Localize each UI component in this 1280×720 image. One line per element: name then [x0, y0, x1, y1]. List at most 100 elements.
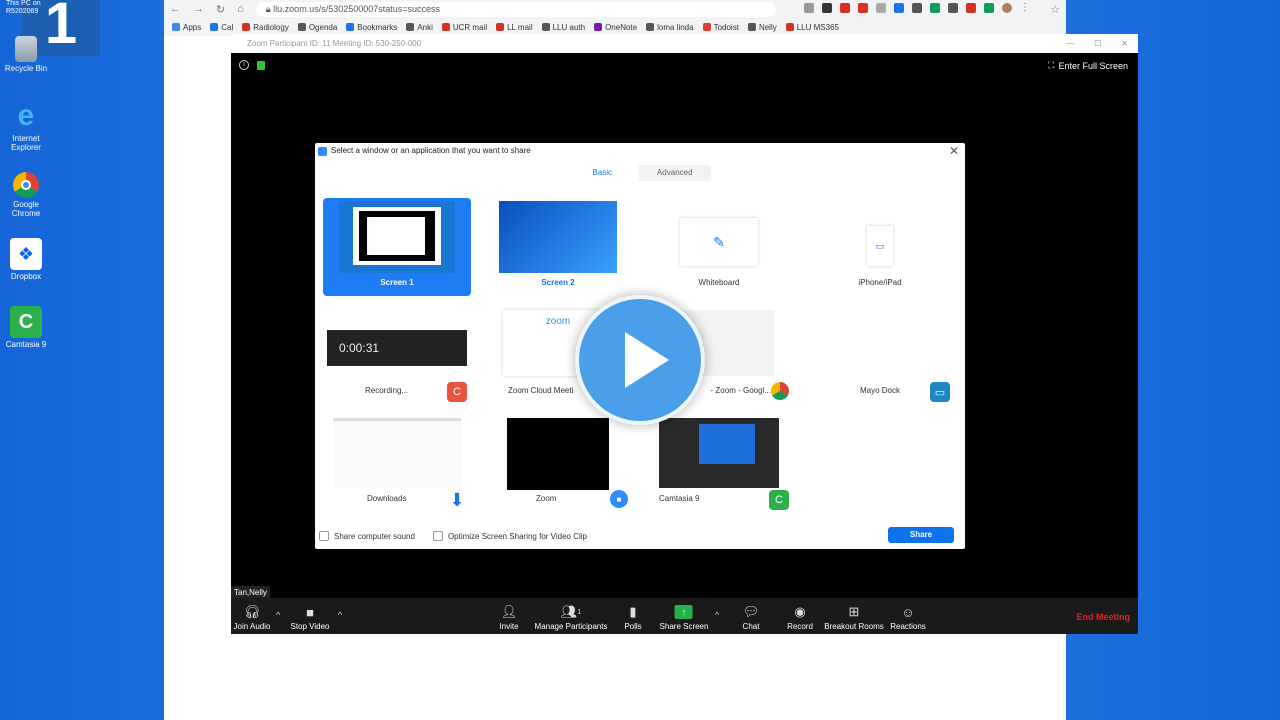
- close-icon[interactable]: ✕: [1121, 34, 1128, 53]
- checkbox[interactable]: [319, 531, 329, 541]
- dropbox-icon: ❖: [10, 238, 42, 270]
- desktop-icon-chrome[interactable]: Google Chrome: [0, 172, 52, 218]
- tab-advanced[interactable]: Advanced: [639, 165, 712, 181]
- breakout-rooms-button[interactable]: ⊞ Breakout Rooms: [824, 604, 884, 631]
- maximize-icon[interactable]: ☐: [1094, 34, 1101, 53]
- checkbox[interactable]: [432, 531, 443, 541]
- optimize-video-checkbox[interactable]: Optimize Screen Sharing for Video Clip: [432, 531, 587, 541]
- pen-icon: ✎: [713, 234, 725, 250]
- bookmark-icon: [441, 23, 450, 31]
- apps-icon: [172, 23, 180, 31]
- bookmark-icon: [496, 23, 505, 31]
- zoom-app-icon: ■: [610, 490, 628, 508]
- extension-icon[interactable]: [840, 3, 850, 13]
- whiteboard-thumbnail: ✎: [680, 218, 758, 266]
- chrome-icon: [13, 172, 39, 198]
- back-icon[interactable]: ←: [170, 3, 181, 15]
- chat-icon: 💬︎: [742, 604, 760, 619]
- calendar-icon: [210, 23, 219, 31]
- headphones-icon: 🎧︎: [243, 604, 261, 619]
- bookmark-icon: [242, 23, 251, 31]
- address-bar[interactable]: 🔒︎ llu.zoom.us/s/5302500007status=succes…: [255, 1, 776, 17]
- bookmark-icon: [747, 23, 756, 31]
- bookmark-item[interactable]: LLU auth: [541, 23, 585, 32]
- share-option-recording[interactable]: 0:00:31 Recording... C: [323, 306, 471, 404]
- invite-button[interactable]: 👤︎ Invite: [499, 604, 518, 631]
- bookmark-item[interactable]: Todoist: [702, 23, 739, 32]
- encryption-lock-icon[interactable]: [257, 61, 265, 70]
- bookmark-item[interactable]: LLU MS365: [785, 23, 839, 32]
- bookmark-item[interactable]: OneNote: [594, 23, 637, 32]
- forward-icon[interactable]: →: [193, 3, 204, 15]
- screen-thumbnail: [339, 201, 455, 273]
- mayo-dock-icon: ▭: [930, 382, 950, 402]
- extension-icon[interactable]: [804, 3, 814, 13]
- video-play-icon[interactable]: [575, 295, 705, 425]
- desktop-icon-camtasia[interactable]: C Camtasia 9: [0, 306, 52, 349]
- bookmark-item[interactable]: Anki: [406, 23, 433, 32]
- share-option-zoom[interactable]: Zoom ■: [484, 414, 632, 512]
- camtasia-icon: C: [10, 306, 42, 338]
- extension-icon[interactable]: [858, 3, 868, 13]
- chevron-up-icon[interactable]: ^: [276, 610, 280, 620]
- extension-icon[interactable]: [984, 3, 994, 13]
- bookmark-item[interactable]: LL mail: [496, 23, 533, 32]
- share-option-screen-1[interactable]: Screen 1: [323, 198, 471, 296]
- bookmark-icon: [541, 23, 550, 31]
- extension-icon[interactable]: [930, 3, 940, 13]
- minimize-icon[interactable]: —: [1066, 34, 1074, 53]
- share-screen-button[interactable]: ↑ Share Screen: [660, 605, 708, 631]
- desktop-icon-internet-explorer[interactable]: e Internet Explorer: [0, 100, 52, 153]
- bookmark-item[interactable]: UCR mail: [441, 23, 487, 32]
- share-tabs: Basic Advanced: [566, 165, 711, 181]
- menu-icon[interactable]: ⋮: [1020, 3, 1030, 13]
- chat-button[interactable]: 💬︎ Chat: [742, 604, 760, 631]
- share-option-iphone-ipad[interactable]: ▭ iPhone/iPad: [806, 198, 954, 296]
- extension-icon[interactable]: [948, 3, 958, 13]
- avatar[interactable]: [1002, 3, 1012, 13]
- end-meeting-button[interactable]: End Meeting: [1077, 612, 1131, 622]
- chevron-up-icon[interactable]: ^: [715, 610, 719, 620]
- desktop-icon-recycle-bin[interactable]: Recycle Bin: [0, 36, 52, 73]
- join-audio-button[interactable]: 🎧︎ Join Audio: [234, 604, 271, 631]
- reactions-button[interactable]: ☺ Reactions: [890, 605, 926, 632]
- polls-button[interactable]: ▮ Polls: [624, 604, 642, 631]
- share-option-mayo-dock[interactable]: Mayo Dock ▭: [806, 306, 954, 404]
- bookmark-item[interactable]: Bookmarks: [346, 23, 397, 32]
- bookmark-item[interactable]: Radiology: [242, 23, 289, 32]
- home-icon[interactable]: ⌂: [237, 3, 244, 15]
- info-icon[interactable]: i: [239, 60, 249, 70]
- zoom-window-thumbnail: [507, 418, 609, 490]
- desktop-icon-dropbox[interactable]: ❖ Dropbox: [0, 238, 52, 281]
- share-option-screen-2[interactable]: Screen 2: [484, 198, 632, 296]
- bookmark-item[interactable]: Apps: [172, 23, 201, 32]
- extensions-bar: ⋮: [804, 3, 1030, 13]
- bookmark-item[interactable]: Ogenda: [297, 23, 337, 32]
- extension-icon[interactable]: [876, 3, 886, 13]
- share-button[interactable]: Share: [888, 527, 954, 543]
- enter-full-screen-button[interactable]: ⛶ Enter Full Screen: [1048, 60, 1128, 71]
- share-option-camtasia[interactable]: Camtasia 9 C: [645, 414, 793, 512]
- participants-icon: 👥︎ 1: [560, 604, 582, 619]
- close-icon[interactable]: ✕: [949, 143, 959, 159]
- bookmark-item[interactable]: Cal: [210, 23, 233, 32]
- manage-participants-button[interactable]: 👥︎ 1 Manage Participants: [535, 604, 608, 631]
- record-button[interactable]: ◉ Record: [787, 604, 813, 631]
- bookmark-icon: [406, 23, 415, 31]
- tab-basic[interactable]: Basic: [566, 165, 639, 181]
- reload-icon[interactable]: ↻: [216, 3, 225, 16]
- extension-icon[interactable]: [912, 3, 922, 13]
- bookmark-item[interactable]: Nelly: [747, 23, 777, 32]
- extension-icon[interactable]: [894, 3, 904, 13]
- star-icon[interactable]: ☆: [1050, 3, 1060, 16]
- share-computer-sound-checkbox[interactable]: Share computer sound: [319, 531, 415, 541]
- share-option-downloads[interactable]: Downloads ⬇: [323, 414, 471, 512]
- chevron-up-icon[interactable]: ^: [338, 610, 342, 620]
- share-option-whiteboard[interactable]: ✎ Whiteboard: [645, 198, 793, 296]
- extension-icon[interactable]: [966, 3, 976, 13]
- extension-icon[interactable]: [822, 3, 832, 13]
- recording-thumbnail: 0:00:31: [327, 330, 467, 366]
- bookmark-item[interactable]: loma linda: [646, 23, 694, 32]
- stop-video-button[interactable]: ■ Stop Video: [291, 605, 330, 632]
- camtasia-icon: C: [769, 490, 789, 510]
